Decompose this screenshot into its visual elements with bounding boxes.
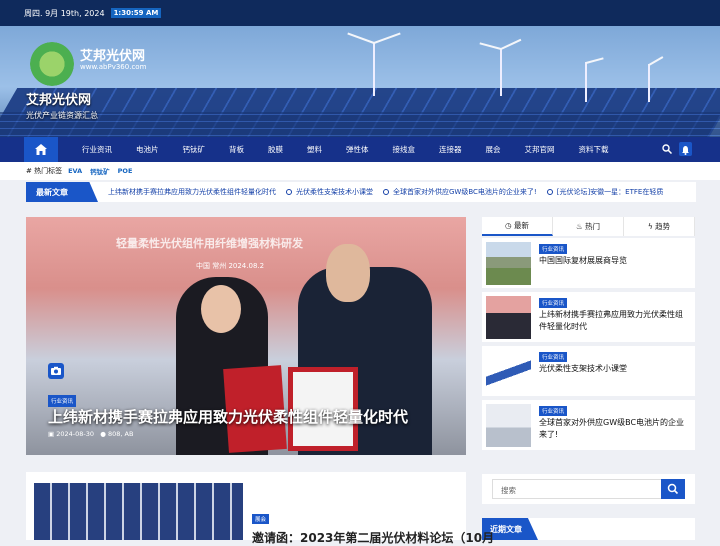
post-date: 2024-08-30 [56, 430, 95, 438]
tag-link[interactable]: POE [118, 167, 133, 175]
ticker-item[interactable]: 上纬新材携手赛拉弗应用致力光伏柔性组件轻量化时代 [108, 187, 276, 197]
search-input[interactable]: 搜索 [492, 479, 662, 499]
list-item[interactable]: 行业资讯 光伏柔性支架技术小课堂 [482, 346, 695, 396]
post-thumbnail [486, 404, 531, 447]
category-badge[interactable]: 行业资讯 [539, 244, 568, 254]
turbine-tower [500, 48, 502, 96]
nav-item-news[interactable]: 行业资讯 [82, 144, 112, 155]
ticker-item[interactable]: [光伏论坛]安徽一星：ETFE在轻质 [546, 187, 663, 197]
nav-item-downloads[interactable]: 资料下载 [579, 144, 609, 155]
top-bar: 周四. 9月 19th, 2024 1:30:59 AM [0, 0, 720, 26]
nav-item-perovskite[interactable]: 钙钛矿 [183, 144, 206, 155]
main-nav: 行业资讯 电池片 钙钛矿 背板 胶膜 塑料 弹性体 接线盒 连接器 展会 艾邦官… [0, 137, 720, 162]
nav-item-exhibition[interactable]: 展会 [486, 144, 501, 155]
camera-icon [48, 363, 64, 379]
search-icon[interactable] [662, 144, 672, 154]
date-text: 周四. 9月 19th, 2024 [24, 8, 105, 18]
home-icon [35, 144, 47, 155]
nav-item-connector[interactable]: 连接器 [439, 144, 462, 155]
site-logo-icon[interactable] [30, 42, 74, 86]
photo-face [201, 285, 241, 333]
sidebar-tabs: ◷ 最新 ♨ 热门 ϟ 趋势 [482, 217, 695, 236]
home-button[interactable] [24, 137, 58, 162]
tab-popular[interactable]: ♨ 热门 [553, 217, 624, 236]
news-ticker: 最新文章 上纬新材携手赛拉弗应用致力光伏柔性组件轻量化时代 光伏柔性支架技术小课… [26, 182, 696, 202]
category-badge[interactable]: 行业资讯 [539, 298, 568, 308]
featured-meta: ▣ 2024-08-30 ● 808, AB [48, 430, 133, 438]
turbine-blade [347, 32, 375, 44]
post-thumbnail [486, 350, 531, 393]
featured-banner-text: 轻量柔性光伏组件用纤维增强材料研发 [116, 237, 303, 250]
bell-icon[interactable] [679, 142, 692, 156]
photo-face [326, 244, 370, 302]
post-title[interactable]: 邀请函：2023年第二届光伏材料论坛（10月 [252, 529, 494, 546]
sidebar-search: 搜索 [482, 474, 695, 504]
post-title[interactable]: 光伏柔性支架技术小课堂 [539, 363, 689, 375]
turbine-blade [500, 38, 522, 50]
list-item[interactable]: 行业资讯 全球首家对外供应GW级BC电池片的企业来了! [482, 400, 695, 450]
recent-posts-widget: 近期文章 [482, 518, 695, 540]
post-title[interactable]: 全球首家对外供应GW级BC电池片的企业来了! [539, 417, 689, 441]
featured-title[interactable]: 上纬新材携手赛拉弗应用致力光伏柔性组件轻量化时代 [48, 406, 408, 427]
hot-tags-bar: # 热门标签 EVA 钙钛矿 POE [0, 162, 720, 180]
fire-icon: ♨ [575, 222, 586, 231]
list-item[interactable]: 行业资讯 中国国际复材展展商导览 [482, 238, 695, 288]
nav-item-elastomer[interactable]: 弹性体 [346, 144, 369, 155]
list-item[interactable]: 行业资讯 上纬新材携手赛拉弗应用致力光伏柔性组件轻量化时代 [482, 292, 695, 342]
logo-url: www.abPv360.com [80, 63, 147, 71]
bolt-icon: ϟ [647, 222, 656, 231]
user-icon: ● [100, 430, 106, 438]
circle-icon [286, 189, 292, 195]
search-button[interactable] [661, 479, 685, 499]
nav-item-film[interactable]: 胶膜 [268, 144, 283, 155]
turbine-blade [585, 57, 604, 64]
logo-text: 艾邦光伏网 [80, 49, 146, 64]
post-title[interactable]: 中国国际复材展展商导览 [539, 255, 689, 267]
nav-item-plastics[interactable]: 塑料 [307, 144, 322, 155]
category-badge[interactable]: 行业资讯 [539, 352, 568, 362]
featured-location-text: 中国 常州 2024.08.2 [196, 262, 265, 270]
post-thumbnail [486, 296, 531, 339]
nav-item-backsheet[interactable]: 背板 [229, 144, 244, 155]
post-thumbnail [34, 483, 243, 540]
tag-link[interactable]: EVA [68, 167, 82, 175]
clock-badge: 1:30:59 AM [110, 8, 162, 18]
search-icon [667, 483, 679, 495]
ticker-item[interactable]: 光伏柔性支架技术小课堂 [286, 187, 373, 197]
turbine-tower [648, 64, 650, 102]
category-badge[interactable]: 行业资讯 [539, 406, 568, 416]
turbine-tower [373, 42, 375, 96]
tab-latest[interactable]: ◷ 最新 [482, 217, 553, 236]
header-banner [0, 26, 720, 137]
post-thumbnail [486, 242, 531, 285]
circle-icon [383, 189, 389, 195]
site-tagline: 光伏产业链资源汇总 [26, 111, 98, 120]
turbine-tower [585, 62, 587, 102]
turbine-blade [479, 42, 502, 50]
ticker-item[interactable]: 全球首家对外供应GW级BC电池片的企业来了! [383, 187, 537, 197]
nav-item-junction-box[interactable]: 接线盒 [393, 144, 416, 155]
featured-post[interactable]: 轻量柔性光伏组件用纤维增强材料研发 中国 常州 2024.08.2 行业资讯 上… [26, 217, 466, 455]
tab-trending[interactable]: ϟ 趋势 [624, 217, 695, 236]
turbine-blade [648, 56, 664, 66]
category-badge[interactable]: 展会 [252, 514, 270, 524]
tag-link[interactable]: 钙钛矿 [90, 166, 110, 176]
clock-icon: ◷ [505, 221, 514, 230]
solar-panels-shade [0, 112, 720, 137]
post-title[interactable]: 上纬新材携手赛拉弗应用致力光伏柔性组件轻量化时代 [539, 309, 689, 333]
hot-tags-label: # 热门标签 [26, 167, 63, 175]
circle-icon [546, 189, 553, 195]
nav-item-official-site[interactable]: 艾邦官网 [525, 144, 555, 155]
site-title[interactable]: 艾邦光伏网 [26, 89, 91, 108]
nav-item-cells[interactable]: 电池片 [136, 144, 159, 155]
turbine-blade [373, 32, 401, 44]
post-card[interactable]: 展会 邀请函：2023年第二届光伏材料论坛（10月 [26, 472, 494, 545]
post-author[interactable]: 808, AB [108, 430, 133, 438]
ticker-label: 最新文章 [26, 182, 98, 202]
calendar-icon: ▣ [48, 430, 55, 438]
